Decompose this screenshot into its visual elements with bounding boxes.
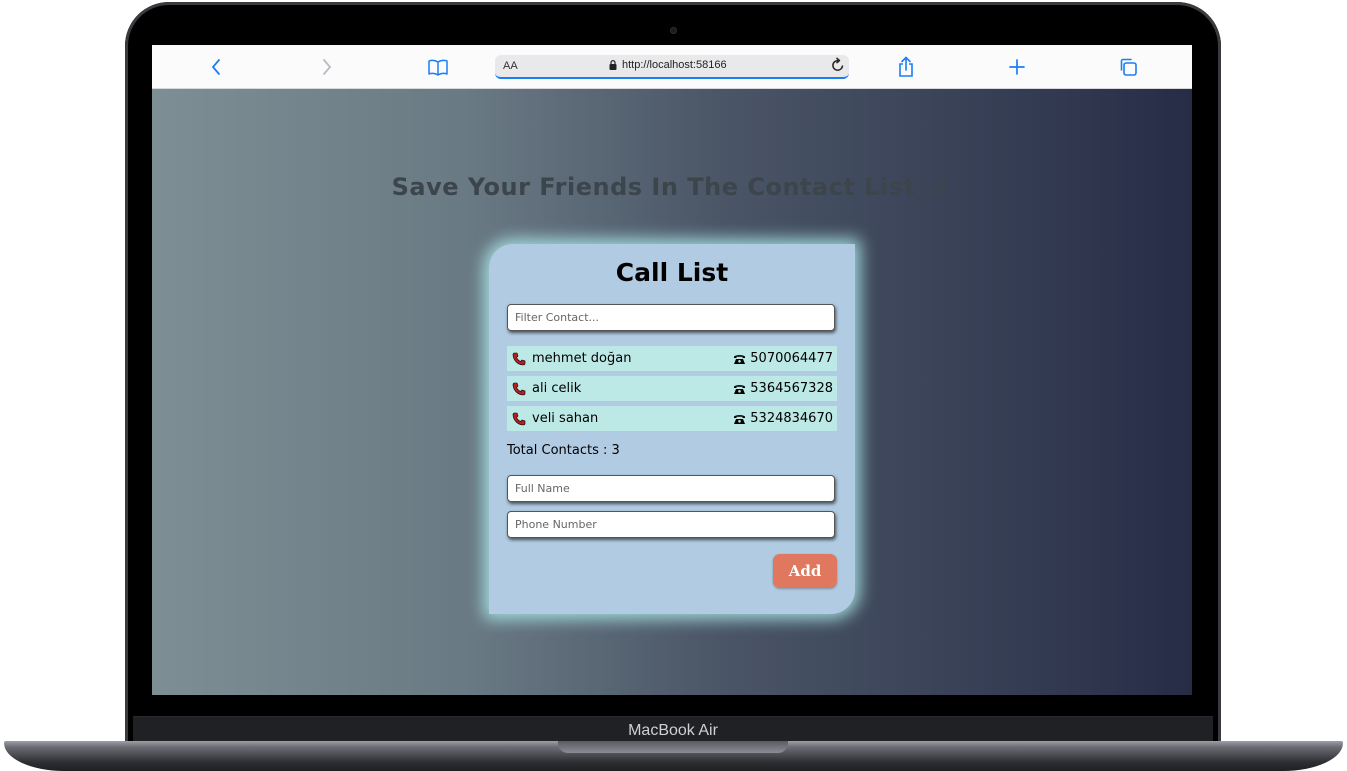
contact-name: veli sahan: [532, 411, 599, 426]
contact-phone: 5324834670: [750, 411, 833, 426]
plus-icon: [1009, 59, 1025, 75]
text-size-button[interactable]: AA: [503, 60, 518, 72]
full-name-input[interactable]: [507, 475, 835, 502]
contact-phone: 5070064477: [750, 351, 833, 366]
share-button[interactable]: [892, 53, 920, 81]
telephone-icon: [734, 384, 746, 394]
reload-button[interactable]: [831, 57, 845, 77]
laptop-hinge-notch: [558, 741, 788, 753]
contact-phone: 5364567328: [750, 381, 833, 396]
contact-row[interactable]: veli sahan 5324834670: [507, 406, 837, 431]
bookmarks-button[interactable]: [424, 53, 452, 81]
contact-name: ali celik: [532, 381, 582, 396]
lock-icon: [609, 60, 617, 70]
telephone-icon: [734, 354, 746, 364]
share-icon: [899, 56, 913, 77]
page-heading: Save Your Friends In The Contact List: [152, 173, 1192, 201]
book-icon: [428, 59, 448, 76]
page-heading-text: Save Your Friends In The Contact List: [391, 173, 916, 201]
phone-icon: [512, 352, 526, 365]
new-tab-button[interactable]: [1003, 53, 1031, 81]
url-display[interactable]: http://localhost:58166: [609, 59, 727, 71]
device-label: MacBook Air: [628, 722, 718, 739]
url-text: http://localhost:58166: [622, 59, 727, 71]
chevron-right-icon: [323, 59, 332, 75]
web-page: Save Your Friends In The Contact List Ca…: [152, 89, 1192, 695]
webcam: [670, 27, 677, 34]
pencil-icon: [931, 176, 951, 195]
bottom-bezel: MacBook Air: [133, 716, 1213, 743]
call-list-card: Call List mehmet doğan 5070064477 ali ce…: [489, 244, 855, 614]
tabs-overview-button[interactable]: [1114, 53, 1142, 81]
contact-row[interactable]: mehmet doğan 5070064477: [507, 346, 837, 371]
address-bar[interactable]: AA http://localhost:58166: [495, 55, 849, 79]
browser-toolbar: AA http://localhost:58166: [152, 45, 1192, 89]
tabs-icon: [1120, 58, 1137, 76]
back-button[interactable]: [202, 53, 230, 81]
contact-name: mehmet doğan: [532, 351, 632, 366]
telephone-icon: [734, 414, 746, 424]
total-contacts: Total Contacts : 3: [507, 443, 620, 458]
filter-contact-input[interactable]: [507, 304, 835, 331]
phone-number-input[interactable]: [507, 511, 835, 538]
forward-button[interactable]: [313, 53, 341, 81]
add-button[interactable]: Add: [773, 554, 837, 588]
phone-icon: [512, 412, 526, 425]
phone-icon: [512, 382, 526, 395]
contact-row[interactable]: ali celik 5364567328: [507, 376, 837, 401]
laptop-screen: AA http://localhost:58166 Save Your Frie…: [152, 45, 1192, 695]
reload-icon: [832, 57, 844, 71]
card-title: Call List: [615, 258, 729, 287]
chevron-left-icon: [211, 59, 220, 75]
